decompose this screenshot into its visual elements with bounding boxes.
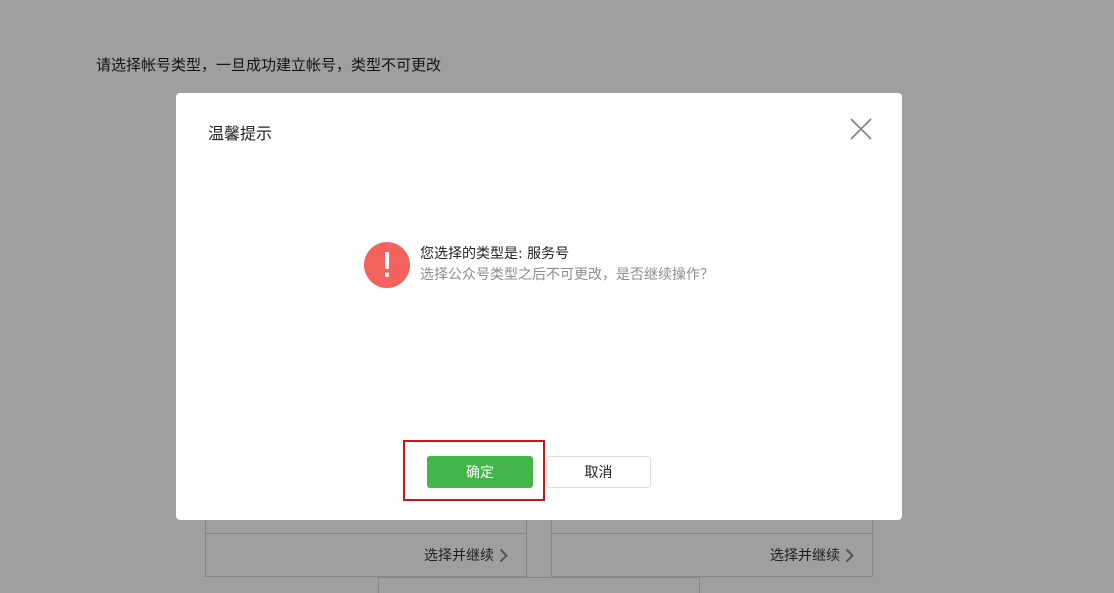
message-primary: 您选择的类型是: 服务号: [420, 246, 570, 262]
close-icon: [850, 118, 872, 140]
cancel-button[interactable]: 取消: [546, 456, 651, 488]
close-button[interactable]: [848, 116, 874, 142]
dialog-message-text: 您选择的类型是: 服务号 选择公众号类型之后不可更改，是否继续操作？: [420, 244, 714, 286]
exclamation-icon: [364, 242, 410, 288]
dialog-title: 温馨提示: [208, 124, 273, 143]
confirm-button[interactable]: 确定: [427, 456, 533, 488]
message-secondary: 选择公众号类型之后不可更改，是否继续操作？: [420, 267, 714, 283]
page: 请选择帐号类型，一旦成功建立帐号，类型不可更改 选择并继续 选择并继续 温馨提示: [0, 0, 1114, 593]
dialog-message: 您选择的类型是: 服务号 选择公众号类型之后不可更改，是否继续操作？: [364, 242, 714, 288]
confirm-dialog: 温馨提示 您选择的类型是: 服务号 选择公众号类型之后不可更改，是否继续操作？ …: [176, 93, 902, 520]
